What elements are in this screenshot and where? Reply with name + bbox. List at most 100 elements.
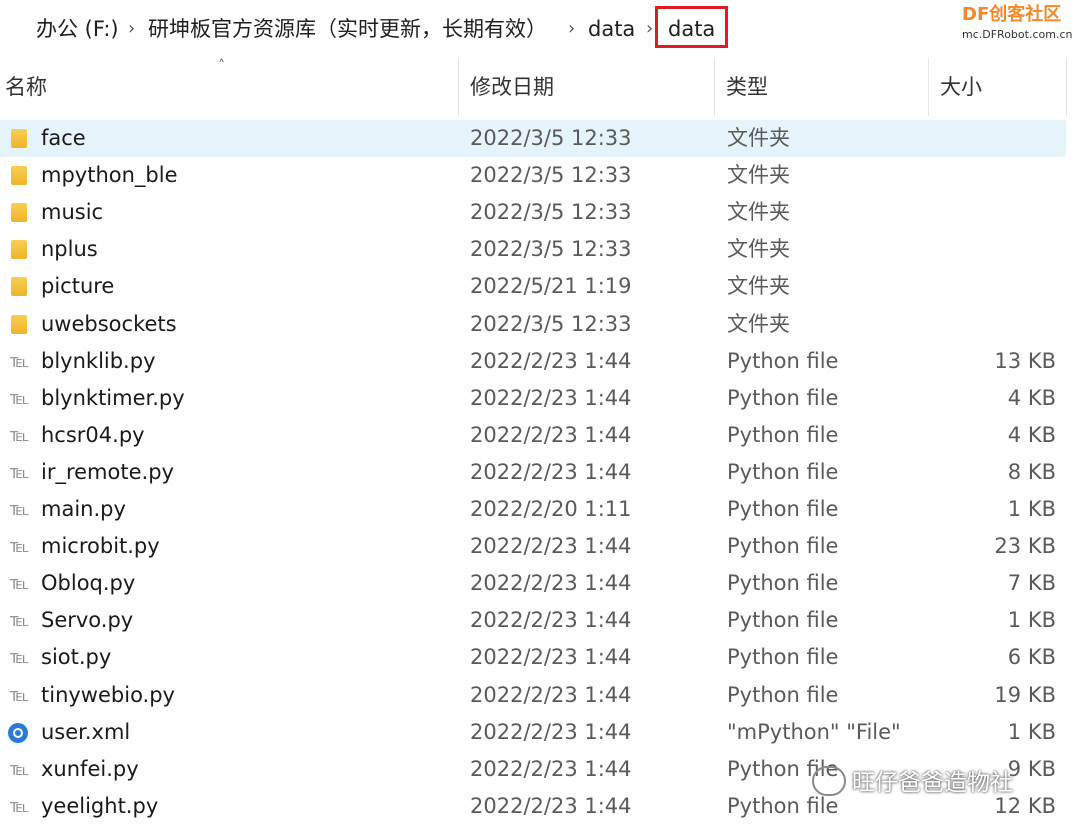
file-name: picture <box>41 274 115 299</box>
file-date: 2022/2/23 1:44 <box>470 534 632 559</box>
breadcrumb-item-library[interactable]: 研坤板官方资源库（实时更新，长期有效） <box>148 12 547 46</box>
file-type: Python file <box>727 497 839 521</box>
file-row[interactable]: music 2022/3/5 12:33 文件夹 <box>0 194 1066 231</box>
file-row[interactable]: ℡ blynktimer.py 2022/2/23 1:44 Python file 4… <box>0 380 1066 417</box>
file-type: Python file <box>727 459 839 484</box>
file-row[interactable]: picture 2022/5/21 1:19 文件夹 <box>0 268 1066 305</box>
file-row[interactable]: ℡ ir_remote.py 2022/2/23 1:44 Python file 8 … <box>0 454 1066 491</box>
file-date: 2022/2/20 1:11 <box>470 497 632 521</box>
file-date: 2022/2/23 1:44 <box>470 459 632 484</box>
file-type: 文件夹 <box>727 126 790 150</box>
python-file-icon: ℡ <box>10 424 30 446</box>
watermark-text: 旺仔爸爸造物社 <box>852 770 1013 796</box>
file-name: face <box>41 126 86 150</box>
folder-icon <box>11 314 27 334</box>
file-name: mpython_ble <box>41 163 178 188</box>
folder-icon <box>11 277 27 297</box>
address-bar[interactable]: › 办公 (F:) › 研坤板官方资源库（实时更新，长期有效） › data ›… <box>0 0 1080 58</box>
chevron-right-icon[interactable]: › <box>646 12 653 46</box>
python-file-icon: ℡ <box>10 387 30 409</box>
file-size: 23 KB <box>994 534 1056 559</box>
file-date: 2022/2/23 1:44 <box>470 422 632 447</box>
python-file-icon: ℡ <box>10 499 30 520</box>
file-type: Python file <box>727 534 839 559</box>
file-row[interactable]: mpython_ble 2022/3/5 12:33 文件夹 <box>0 157 1066 194</box>
file-type: Python file <box>727 385 839 410</box>
file-row[interactable]: ℡ tinywebio.py 2022/2/23 1:44 Python file 19… <box>0 677 1066 714</box>
file-date: 2022/2/23 1:44 <box>470 571 632 596</box>
file-name: Obloq.py <box>41 571 136 596</box>
file-name: microbit.py <box>41 534 160 559</box>
file-row[interactable]: ℡ siot.py 2022/2/23 1:44 Python file 6 KB <box>0 639 1066 676</box>
python-file-icon: ℡ <box>10 461 30 483</box>
file-row[interactable]: ℡ microbit.py 2022/2/23 1:44 Python file 23 … <box>0 528 1066 565</box>
logo-prefix: DF <box>962 4 990 25</box>
file-size: 7 KB <box>1007 571 1056 596</box>
python-file-icon: ℡ <box>10 610 30 632</box>
column-divider[interactable] <box>458 58 459 116</box>
python-file-icon: ℡ <box>10 350 30 372</box>
file-row[interactable]: face 2022/3/5 12:33 文件夹 <box>0 120 1066 157</box>
column-header-date[interactable]: 修改日期 <box>470 72 554 102</box>
breadcrumb-item-drive[interactable]: 办公 (F:) <box>36 12 119 46</box>
file-type: 文件夹 <box>727 237 790 262</box>
file-date: 2022/2/23 1:44 <box>470 756 632 781</box>
logo-name: 创客社区 <box>989 4 1062 25</box>
file-date: 2022/2/23 1:44 <box>470 719 632 744</box>
file-row[interactable]: ℡ Servo.py 2022/2/23 1:44 Python file 1 KB <box>0 602 1066 639</box>
chevron-right-icon[interactable]: › <box>568 12 575 46</box>
watermark: 旺仔爸爸造物社 <box>812 762 1072 806</box>
file-name: yeelight.py <box>41 793 159 818</box>
folder-icon <box>11 203 27 223</box>
highlight-box <box>655 6 728 48</box>
file-date: 2022/2/23 1:44 <box>470 645 632 670</box>
column-divider[interactable] <box>714 58 715 116</box>
file-row[interactable]: ℡ main.py 2022/2/20 1:11 Python file 1 KB <box>0 491 1066 528</box>
column-header-type[interactable]: 类型 <box>726 72 768 102</box>
chevron-right-icon[interactable]: › <box>0 12 1 46</box>
file-row[interactable]: ℡ blynklib.py 2022/2/23 1:44 Python file 13 … <box>0 343 1066 380</box>
file-date: 2022/2/23 1:44 <box>470 348 632 373</box>
chevron-right-icon[interactable]: › <box>128 12 135 46</box>
file-type: Python file <box>727 608 839 633</box>
column-divider[interactable] <box>928 58 929 116</box>
file-type: 文件夹 <box>727 274 790 299</box>
folder-icon <box>11 129 27 148</box>
file-row[interactable]: ℡ Obloq.py 2022/2/23 1:44 Python file 7 KB <box>0 565 1066 602</box>
file-name: user.xml <box>41 719 131 744</box>
file-date: 2022/3/5 12:33 <box>470 311 632 336</box>
python-file-icon: ℡ <box>10 573 30 595</box>
file-name: nplus <box>41 237 98 262</box>
file-size: 4 KB <box>1007 385 1056 410</box>
file-type: 文件夹 <box>727 311 790 336</box>
file-type: "mPython" "File" <box>727 719 901 744</box>
file-name: hcsr04.py <box>41 422 145 447</box>
file-date: 2022/3/5 12:33 <box>470 126 632 150</box>
file-size: 6 KB <box>1007 645 1056 670</box>
breadcrumb-item-data[interactable]: data <box>588 12 635 46</box>
file-row[interactable]: nplus 2022/3/5 12:33 文件夹 <box>0 231 1066 268</box>
file-date: 2022/2/23 1:44 <box>470 793 632 818</box>
python-file-icon: ℡ <box>10 795 30 817</box>
file-name: tinywebio.py <box>41 682 175 707</box>
file-name: main.py <box>41 497 126 521</box>
folder-icon <box>11 240 27 260</box>
dfrobot-logo: DF创客社区 mc.DFRobot.com.cn <box>962 3 1078 47</box>
file-size: 4 KB <box>1007 422 1056 447</box>
file-size: 8 KB <box>1007 459 1056 484</box>
column-divider[interactable] <box>1066 58 1067 116</box>
column-header: ˄ 名称 修改日期 类型 大小 <box>0 58 1080 116</box>
file-date: 2022/2/23 1:44 <box>470 608 632 633</box>
python-file-icon: ℡ <box>10 536 30 558</box>
sort-ascending-icon: ˄ <box>218 58 225 74</box>
column-header-name[interactable]: 名称 <box>5 72 47 102</box>
mpython-file-icon <box>8 722 28 743</box>
column-header-size[interactable]: 大小 <box>940 72 982 102</box>
file-name: uwebsockets <box>41 311 177 336</box>
file-row[interactable]: ℡ hcsr04.py 2022/2/23 1:44 Python file 4 KB <box>0 417 1066 454</box>
file-name: music <box>41 200 104 225</box>
python-file-icon: ℡ <box>10 758 30 780</box>
folder-icon <box>11 166 27 186</box>
file-row[interactable]: uwebsockets 2022/3/5 12:33 文件夹 <box>0 306 1066 343</box>
file-row[interactable]: user.xml 2022/2/23 1:44 "mPython" "File" 1 … <box>0 714 1066 751</box>
